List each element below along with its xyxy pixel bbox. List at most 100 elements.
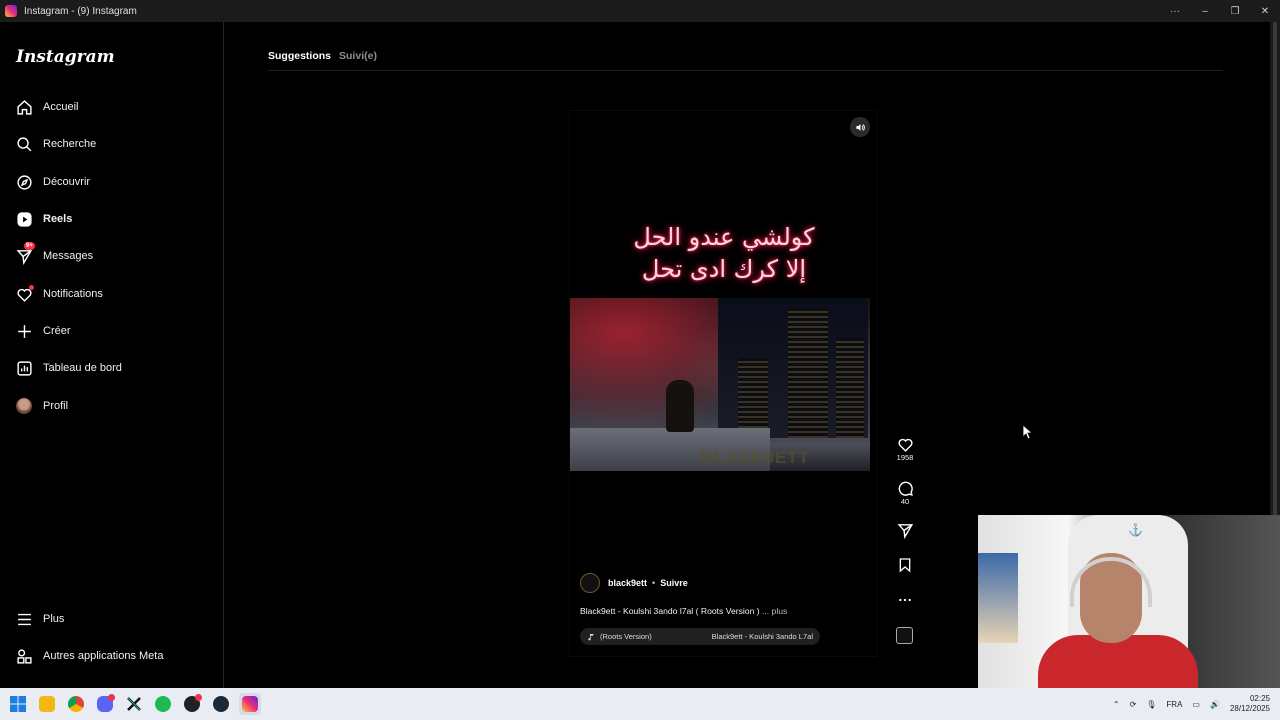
instagram-logo[interactable]: Instagram: [16, 47, 115, 67]
more-dots-icon: [899, 598, 911, 602]
restore-button[interactable]: ❐: [1220, 0, 1250, 22]
webcam-overlay: ⚓: [978, 515, 1280, 688]
chevron-up-icon[interactable]: ⌃: [1113, 700, 1120, 709]
sidebar-item-label: Tableau de bord: [43, 362, 122, 374]
sidebar-item-label: Découvrir: [43, 176, 91, 188]
sidebar-item-create[interactable]: Créer: [14, 316, 214, 346]
chrome-icon[interactable]: [65, 693, 87, 715]
instagram-taskbar-icon[interactable]: [239, 693, 261, 715]
clock[interactable]: 02:25 28/12/2025: [1230, 694, 1270, 714]
reels-icon: [14, 209, 34, 229]
sidebar-item-messages[interactable]: 9+ Messages: [14, 241, 214, 271]
sidebar-item-label: Autres applications Meta: [43, 650, 164, 662]
streamer-body: [1038, 635, 1198, 688]
menu-icon: [14, 609, 34, 629]
overlay-line-1: كولشي عندو الحل: [633, 223, 815, 251]
video-overlay-text: كولشي عندو الحل إلا كرك ادى تحل: [570, 221, 876, 285]
instagram-app-icon: [5, 5, 17, 17]
messages-badge: 9+: [24, 242, 35, 250]
sidebar-item-search[interactable]: Recherche: [14, 129, 214, 159]
audio-track-name: Black9ett - Koulshi 3ando L7al: [711, 632, 813, 641]
heart-icon: [14, 284, 34, 304]
sidebar-item-label: Accueil: [43, 101, 79, 113]
comment-button[interactable]: 40: [885, 480, 925, 506]
sidebar-item-label: Messages: [43, 250, 94, 262]
discord-badge: [108, 694, 115, 701]
capcut-icon[interactable]: [123, 693, 145, 715]
taskbar: ⌃ ⟳ 🎙 FRA ▭ 🔊 02:25 28/12/2025: [0, 688, 1280, 720]
compass-icon: [14, 172, 34, 192]
spotify-icon[interactable]: [152, 693, 174, 715]
volume-icon: [855, 123, 865, 131]
more-options-button[interactable]: ···: [1160, 0, 1190, 22]
audio-label: (Roots Version): [600, 632, 652, 641]
sidebar-item-label: Profil: [43, 400, 69, 412]
sidebar-item-home[interactable]: Accueil: [14, 92, 214, 122]
plus-icon: [14, 321, 34, 341]
sidebar-item-more[interactable]: Plus: [14, 604, 214, 634]
sidebar-item-notifications[interactable]: Notifications: [14, 279, 214, 309]
sidebar-item-profile[interactable]: Profil: [14, 391, 214, 421]
language-indicator[interactable]: FRA: [1166, 700, 1182, 709]
bookmark-icon: [899, 558, 911, 573]
sidebar-item-label: Créer: [43, 325, 71, 337]
building: [738, 358, 768, 438]
steam-icon[interactable]: [210, 693, 232, 715]
close-button[interactable]: ✕: [1250, 0, 1280, 22]
heart-icon: [897, 438, 913, 452]
audio-thumbnail[interactable]: [896, 627, 913, 644]
microphone-icon[interactable]: 🎙: [1146, 700, 1156, 709]
network-icon[interactable]: ▭: [1192, 700, 1200, 709]
building: [788, 308, 828, 438]
tab-following[interactable]: Suivi(e): [339, 50, 377, 62]
window-view: [718, 298, 868, 438]
sidebar-item-explore[interactable]: Découvrir: [14, 167, 214, 197]
more-button[interactable]: [885, 593, 925, 607]
streaming-app-icon[interactable]: [181, 693, 203, 715]
sidebar-item-meta-apps[interactable]: Autres applications Meta: [14, 641, 214, 671]
separator-dot: •: [652, 578, 656, 588]
minimize-button[interactable]: –: [1190, 0, 1220, 22]
discord-icon[interactable]: [94, 693, 116, 715]
comment-count: 40: [900, 497, 910, 506]
volume-icon[interactable]: 🔊: [1210, 700, 1220, 709]
like-button[interactable]: 1958: [885, 436, 925, 462]
tab-suggestions[interactable]: Suggestions: [268, 50, 331, 62]
avatar: [16, 398, 32, 414]
sidebar-item-label: Recherche: [43, 138, 97, 150]
clock-date: 28/12/2025: [1229, 704, 1270, 713]
music-note-icon: [588, 633, 594, 640]
follow-button[interactable]: Suivre: [660, 578, 688, 588]
sync-icon[interactable]: ⟳: [1130, 700, 1137, 709]
author-avatar[interactable]: [580, 573, 600, 593]
building: [836, 338, 864, 438]
caption-more-link[interactable]: ... plus: [762, 606, 787, 616]
home-icon: [14, 97, 34, 117]
overlay-line-2: إلا كرك ادى تحل: [641, 255, 807, 283]
reel-video[interactable]: كولشي عندو الحل إلا كرك ادى تحل BLACK9ET…: [569, 110, 877, 657]
send-icon: [897, 524, 913, 539]
audio-bar[interactable]: (Roots Version) Black9ett - Koulshi 3and…: [580, 628, 820, 645]
windows-start-icon[interactable]: [7, 693, 29, 715]
comment-icon: [898, 481, 913, 496]
share-button[interactable]: [885, 522, 925, 539]
author-name[interactable]: black9ett: [608, 578, 647, 588]
search-icon: [14, 134, 34, 154]
reel-caption: Black9ett - Koulshi 3ando l7al ( Roots V…: [580, 606, 787, 616]
person-silhouette: [666, 380, 694, 432]
tab-divider: [268, 70, 1223, 71]
window-controls: ··· – ❐ ✕: [1160, 0, 1280, 22]
save-button[interactable]: [885, 557, 925, 573]
window-title: Instagram - (9) Instagram: [24, 5, 137, 17]
dashboard-icon: [14, 358, 34, 378]
mouse-cursor-icon: [1023, 425, 1033, 439]
caption-text: Black9ett - Koulshi 3ando l7al ( Roots V…: [580, 606, 760, 616]
system-tray: ⌃ ⟳ 🎙 FRA ▭ 🔊 02:25 28/12/2025: [1113, 688, 1270, 720]
like-count: 1958: [896, 453, 914, 462]
sidebar-item-label: Plus: [43, 613, 65, 625]
sidebar-item-reels[interactable]: Reels: [14, 204, 214, 234]
sidebar-item-dashboard[interactable]: Tableau de bord: [14, 353, 214, 383]
file-explorer-icon[interactable]: [36, 693, 58, 715]
volume-button[interactable]: [850, 117, 870, 137]
meta-apps-icon: [14, 646, 34, 666]
